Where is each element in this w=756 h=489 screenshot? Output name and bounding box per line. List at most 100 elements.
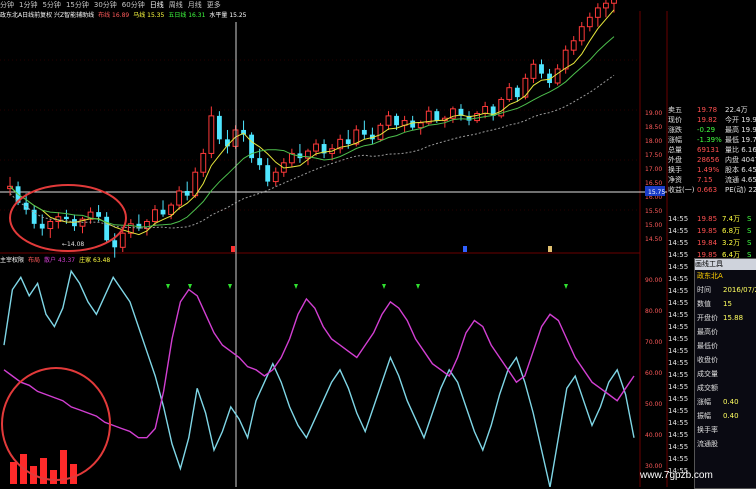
tick-time: 14:55	[668, 335, 689, 343]
candle-body	[257, 158, 263, 166]
quote-label: 收益(一)	[668, 186, 695, 194]
price-axis-label: 16.50	[645, 180, 662, 187]
quote-label: 现价	[668, 116, 682, 124]
osc-axis-label: 50.00	[645, 401, 662, 408]
osc-axis-label: 80.00	[645, 308, 662, 315]
price-axis-label: 15.00	[645, 222, 662, 229]
candle-body	[611, 0, 617, 4]
tick-time: 14:55	[668, 227, 689, 235]
quote-row: 换手 1.49% 股本 6.45亿	[667, 165, 756, 175]
chart-canvas[interactable]: 19.0018.5018.0017.5017.0016.5016.0015.50…	[0, 0, 756, 487]
candle-body	[216, 115, 222, 140]
quote-row: 现价 19.82 今开 19.94	[667, 115, 756, 125]
quote-value: 19.82	[697, 116, 718, 124]
candle-body	[394, 115, 399, 126]
price-axis-label: 17.00	[645, 166, 662, 173]
signal-triangle	[416, 284, 420, 289]
low-price-marker: ←14.08	[62, 241, 84, 248]
quote-value-2: 内盘 40475	[725, 156, 756, 164]
candle-body	[160, 209, 166, 215]
event-marker	[231, 246, 235, 252]
quote-value-2: 22.4万	[725, 106, 748, 114]
popup-label: 振幅	[697, 412, 711, 420]
popup-label: 换手率	[697, 426, 718, 434]
tick-time: 14:55	[668, 239, 689, 247]
osc-bar	[70, 464, 77, 484]
candle-body	[570, 40, 577, 51]
quote-value: -1.39%	[697, 136, 722, 144]
tick-volume: 3.2万	[722, 239, 741, 247]
tick-time: 14:55	[668, 263, 689, 271]
price-axis-label: 18.00	[645, 138, 662, 145]
candle-body	[603, 2, 609, 9]
quote-value-2: 最高 19.94	[725, 126, 756, 134]
popup-label: 成交量	[697, 370, 718, 378]
popup-value: 0.40	[723, 412, 739, 420]
ma-line-dashed	[9, 74, 615, 229]
candle-body	[417, 122, 424, 129]
candle-body	[506, 87, 513, 100]
candle-body	[562, 49, 569, 70]
tick-row: 14:55 19.85 6.8万 S	[667, 225, 756, 237]
quote-value-2: 最低 19.76	[725, 136, 756, 144]
candle-body	[63, 216, 69, 220]
candle-body	[594, 7, 601, 18]
candle-body	[313, 143, 319, 152]
tick-time: 14:55	[668, 287, 689, 295]
quote-row: 涨跌 -0.29 最高 19.94	[667, 125, 756, 135]
candle-body	[539, 64, 544, 74]
quote-value-2: 流通 4.65亿	[725, 176, 756, 184]
osc-axis-label: 30.00	[645, 463, 662, 470]
drawing-tools-button[interactable]: 画线工具	[695, 259, 756, 270]
candle-body	[39, 223, 45, 229]
popup-row: 开盘价 15.88	[697, 313, 755, 323]
ma-line-yellow	[9, 9, 615, 236]
signal-triangle	[228, 284, 232, 289]
tick-row: 14:55 19.85 7.4万 S	[667, 213, 756, 225]
candle-body	[272, 171, 279, 183]
ma-line-green	[9, 36, 615, 228]
quote-value: 0.663	[697, 186, 718, 194]
tick-time: 14:55	[668, 251, 689, 259]
popup-label: 数值	[697, 300, 711, 308]
quote-row: 总量 69131 量比 6.16	[667, 145, 756, 155]
tick-time: 14:55	[668, 419, 689, 427]
quote-value: 7.15	[697, 176, 713, 184]
candle-body	[104, 216, 110, 241]
price-axis-label: 19.00	[645, 110, 662, 117]
quote-value: 19.78	[697, 106, 718, 114]
drawing-tools-popup[interactable]: 画线工具 政东北A 时间 2016/07/2 数值 15 开盘价 15.88 最高价 最低价收…	[694, 258, 756, 489]
tick-time: 14:55	[668, 215, 689, 223]
quote-value-2: 今开 19.94	[725, 116, 756, 124]
popup-tools-label: 画线工具	[695, 260, 723, 268]
price-axis-label: 17.50	[645, 152, 662, 159]
candle-body	[47, 220, 54, 230]
candle-body	[265, 165, 271, 182]
event-marker	[463, 246, 467, 252]
popup-label: 最高价	[697, 328, 718, 336]
popup-label: 涨幅	[697, 398, 711, 406]
candle-body	[144, 220, 150, 230]
quote-row: 净资 7.15 流通 4.65亿	[667, 175, 756, 185]
candle-body	[208, 115, 215, 154]
tick-time: 14:55	[668, 431, 689, 439]
popup-value: 0.40	[723, 398, 739, 406]
quote-label: 涨跌	[668, 126, 682, 134]
quote-row: 涨幅 -1.39%最低 19.76	[667, 135, 756, 145]
quote-value: 69131	[697, 146, 720, 154]
candle-body	[152, 209, 158, 222]
signal-triangle	[166, 284, 170, 289]
osc-axis-label: 60.00	[645, 370, 662, 377]
quote-label: 总量	[668, 146, 682, 154]
price-axis-label: 18.50	[645, 124, 662, 131]
quote-label: 换手	[668, 166, 682, 174]
candle-body	[96, 212, 102, 217]
signal-triangle	[382, 284, 386, 289]
popup-row: 振幅 0.40	[697, 411, 755, 421]
quote-label: 卖五	[668, 106, 682, 114]
candle-body	[168, 204, 174, 215]
candle-body	[119, 232, 126, 248]
popup-label: 成交额	[697, 384, 718, 392]
candle-body	[514, 87, 520, 98]
tick-time: 14:55	[668, 407, 689, 415]
